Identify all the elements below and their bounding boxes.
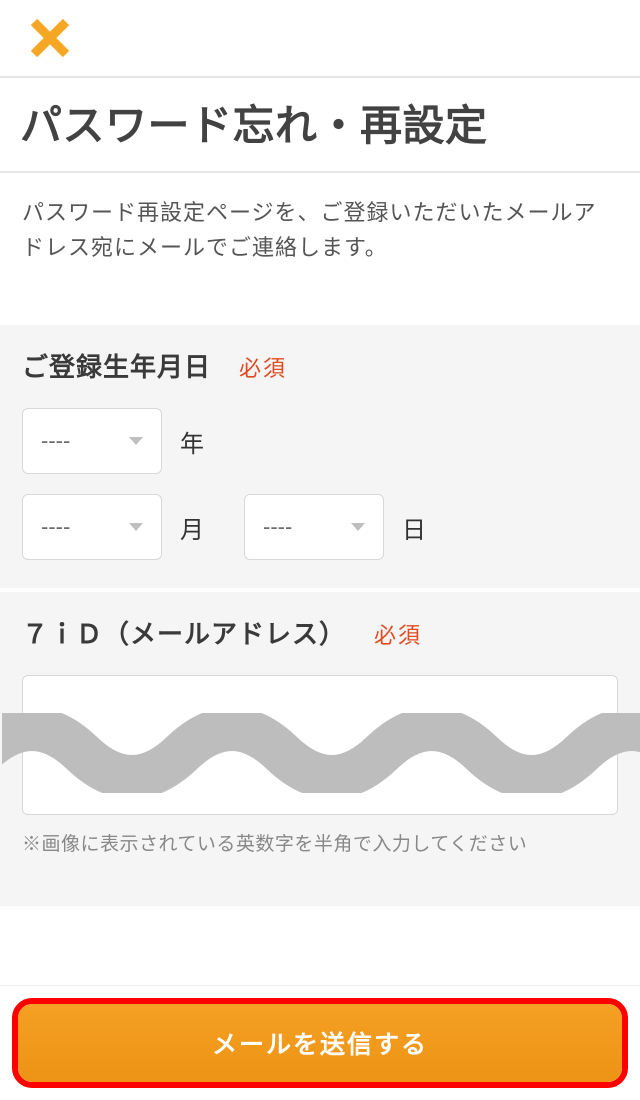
day-select-value: ---- [263,514,351,540]
footer: メールを送信する [0,985,640,1100]
month-select[interactable]: ---- [22,494,162,560]
required-tag: 必須 [239,351,287,383]
month-unit: 月 [180,510,204,545]
day-unit: 日 [402,510,426,545]
chevron-down-icon [129,437,143,445]
required-tag: 必須 [374,618,422,650]
year-unit: 年 [180,424,204,459]
captcha-hint: ※画像に表示されている英数字を半角で入力してください [22,829,618,856]
send-email-button[interactable]: メールを送信する [18,1004,622,1082]
chevron-down-icon [351,523,365,531]
close-icon[interactable] [28,16,72,60]
chevron-down-icon [129,523,143,531]
day-select[interactable]: ---- [244,494,384,560]
send-button-highlight: メールを送信する [12,998,628,1088]
page-title: パスワード忘れ・再設定 [20,92,620,153]
year-select-value: ---- [41,428,129,454]
birthdate-section: ご登録生年月日 必須 ---- 年 ---- 月 ---- [0,325,640,588]
title-section: パスワード忘れ・再設定 [0,78,640,173]
email-label: ７ｉＤ（メールアドレス） [22,614,346,651]
header-bar [0,0,640,78]
month-select-value: ---- [41,514,129,540]
description-section: パスワード再設定ページを、ご登録いただいたメールアドレス宛にメールでご連絡します… [0,173,640,325]
description-text: パスワード再設定ページを、ご登録いただいたメールアドレス宛にメールでご連絡します… [22,195,618,265]
year-select[interactable]: ---- [22,408,162,474]
email-field[interactable] [22,675,618,815]
email-section: ７ｉＤ（メールアドレス） 必須 ※画像に表示されている英数字を半角で入力してくだ… [0,592,640,906]
birthdate-label: ご登録生年月日 [22,347,211,384]
